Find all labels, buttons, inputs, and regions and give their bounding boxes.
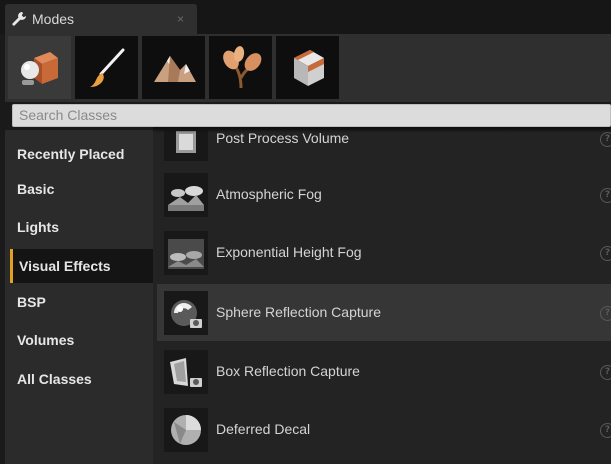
sphere-reflection-capture-icon <box>171 300 202 328</box>
placeable-list: Post Process Volume ? Atmospheric Fog ? … <box>153 130 611 464</box>
atmospheric-fog-icon <box>168 186 204 211</box>
modes-tab[interactable]: Modes × <box>5 4 197 34</box>
close-icon[interactable]: × <box>177 12 184 26</box>
category-lights[interactable]: Lights <box>10 210 153 244</box>
list-item-box-reflection-capture[interactable]: Box Reflection Capture ? <box>157 343 611 400</box>
landscape-mode-button[interactable] <box>142 36 205 99</box>
list-item-deferred-decal[interactable]: Deferred Decal ? <box>157 401 611 458</box>
category-all-classes[interactable]: All Classes <box>10 362 153 396</box>
category-recently-placed[interactable]: Recently Placed <box>10 137 153 171</box>
help-icon[interactable]: ? <box>600 132 611 147</box>
item-label: Box Reflection Capture <box>216 363 360 379</box>
box-reflection-capture-thumb <box>164 350 208 394</box>
exponential-height-fog-icon <box>168 239 204 269</box>
item-label: Sphere Reflection Capture <box>216 304 381 320</box>
list-item-sphere-reflection-capture[interactable]: Sphere Reflection Capture ? <box>157 284 611 341</box>
item-label: Exponential Height Fog <box>216 244 362 260</box>
search-classes-input[interactable] <box>12 104 611 127</box>
deferred-decal-icon <box>171 415 201 445</box>
mesh-paint-cube-icon <box>294 50 324 86</box>
sphere-reflection-capture-thumb <box>164 291 208 335</box>
post-process-volume-thumb <box>164 130 208 161</box>
mesh-paint-mode-button[interactable] <box>276 36 339 99</box>
title-bar: Modes × <box>0 0 611 34</box>
exponential-height-fog-thumb <box>164 231 208 275</box>
item-label: Atmospheric Fog <box>216 186 322 202</box>
category-sidebar: Recently Placed Basic Lights Visual Effe… <box>5 130 153 464</box>
place-mode-icon <box>21 52 58 85</box>
help-icon[interactable]: ? <box>600 246 611 261</box>
place-mode-button[interactable] <box>8 36 71 99</box>
atmospheric-fog-thumb <box>164 173 208 217</box>
category-bsp[interactable]: BSP <box>10 285 153 319</box>
foliage-leaves-icon <box>223 46 262 89</box>
category-volumes[interactable]: Volumes <box>10 323 153 357</box>
landscape-mountain-icon <box>154 56 196 82</box>
help-icon[interactable]: ? <box>600 306 611 321</box>
post-process-volume-icon <box>176 131 196 153</box>
deferred-decal-thumb <box>164 408 208 452</box>
item-label: Post Process Volume <box>216 130 350 146</box>
paint-brush-icon <box>90 48 125 87</box>
help-icon[interactable]: ? <box>600 423 611 438</box>
help-icon[interactable]: ? <box>600 365 611 380</box>
list-item-atmospheric-fog[interactable]: Atmospheric Fog ? <box>157 166 611 223</box>
box-reflection-capture-icon <box>170 358 202 387</box>
foliage-mode-button[interactable] <box>209 36 272 99</box>
list-item-exponential-height-fog[interactable]: Exponential Height Fog ? <box>157 224 611 281</box>
wrench-icon <box>12 12 26 26</box>
mode-toolbar <box>5 34 611 102</box>
paint-mode-button[interactable] <box>75 36 138 99</box>
help-icon[interactable]: ? <box>600 188 611 203</box>
tab-title: Modes <box>32 11 75 27</box>
category-visual-effects[interactable]: Visual Effects <box>10 249 153 283</box>
category-basic[interactable]: Basic <box>10 172 153 206</box>
item-label: Deferred Decal <box>216 421 311 437</box>
list-top-shadow <box>153 127 611 133</box>
list-item-post-process-volume[interactable]: Post Process Volume ? <box>157 130 611 167</box>
